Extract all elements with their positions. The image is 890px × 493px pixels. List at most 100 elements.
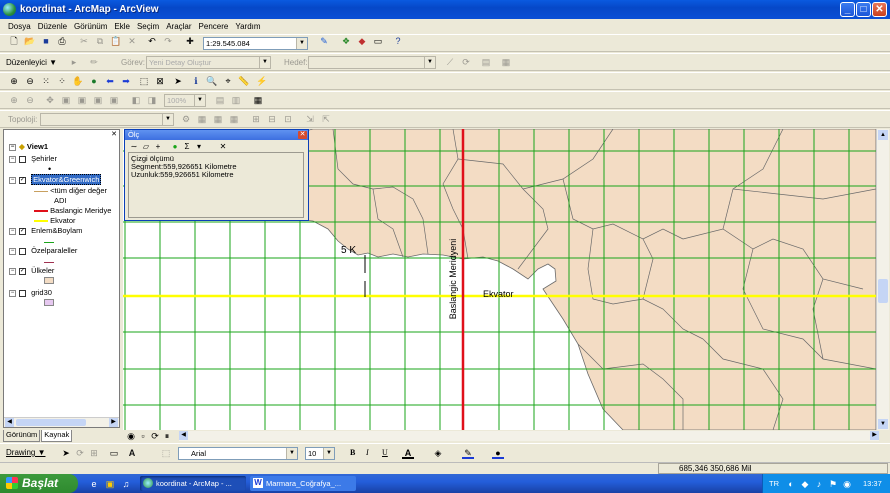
editor-menu[interactable]: Düzenleyici ▼: [6, 58, 57, 67]
chevron-down-icon[interactable]: ▼: [259, 57, 270, 68]
drawing-menu[interactable]: Drawing ▼: [6, 448, 45, 457]
tray-security-icon[interactable]: ⚑: [827, 478, 839, 490]
open-folder-icon[interactable]: 📂: [24, 35, 36, 47]
chevron-down-icon[interactable]: ▼: [194, 95, 205, 106]
layout-pan-icon[interactable]: ✥: [44, 94, 56, 106]
minimize-button[interactable]: _: [840, 2, 855, 17]
topology-combo[interactable]: ▼: [40, 113, 174, 126]
save-icon[interactable]: ■: [40, 35, 52, 47]
bold-button[interactable]: B: [350, 448, 355, 457]
scroll-thumb[interactable]: [878, 279, 888, 303]
focus-frame-icon[interactable]: ▥: [230, 94, 242, 106]
layer-checkbox[interactable]: [19, 155, 26, 163]
select-features-icon[interactable]: ⬚: [138, 75, 150, 87]
layer-checkbox[interactable]: ✓: [19, 176, 26, 184]
delete-icon[interactable]: ✕: [126, 35, 138, 47]
collapse-icon[interactable]: −: [9, 155, 16, 163]
scale-combo[interactable]: 1:29.545.084 ▼: [203, 37, 308, 50]
marker-color-icon[interactable]: ●: [492, 447, 504, 459]
menu-yardim[interactable]: Yardım: [235, 22, 260, 31]
rotate-tool-icon[interactable]: ⟳: [460, 56, 472, 68]
scroll-right-icon[interactable]: ▶: [870, 431, 879, 440]
font-combo[interactable]: Arial ▼: [178, 447, 298, 460]
toc-horizontal-scrollbar[interactable]: ◀ ▶: [4, 417, 119, 427]
cut-icon[interactable]: ✂: [78, 35, 90, 47]
forward-extent-icon[interactable]: ➡: [120, 75, 132, 87]
map-topology-icon[interactable]: ▦: [196, 113, 208, 125]
task-arcmap[interactable]: koordinat - ArcMap - ...: [140, 476, 246, 491]
layer-checkbox[interactable]: [19, 247, 26, 255]
back-layout-icon[interactable]: ◧: [130, 94, 142, 106]
collapse-icon[interactable]: −: [9, 289, 16, 297]
tray-volume-icon[interactable]: ♪: [813, 478, 825, 490]
scroll-left-icon[interactable]: ◀: [5, 418, 14, 427]
sketch-tool-icon[interactable]: ✏: [88, 56, 100, 68]
task-combo[interactable]: Yeni Detay Oluştur ▼: [146, 56, 271, 69]
tab-kaynak[interactable]: Kaynak: [41, 430, 73, 442]
fix-topology-icon[interactable]: ▦: [228, 113, 240, 125]
collapse-icon[interactable]: −: [9, 247, 16, 255]
arctoolbox-icon[interactable]: ◆: [356, 35, 368, 47]
toc-layer-enlem-boylam[interactable]: − ✓ Enlem&Boylam: [9, 226, 82, 235]
tray-antivirus-icon[interactable]: ◆: [799, 478, 811, 490]
back-extent-icon[interactable]: ⬅: [104, 75, 116, 87]
data-view-icon[interactable]: ◉: [125, 430, 137, 442]
menu-pencere[interactable]: Pencere: [199, 22, 229, 31]
zoom-out-icon[interactable]: ⊖: [24, 75, 36, 87]
add-data-icon[interactable]: ✚: [184, 35, 196, 47]
print-icon[interactable]: ⎙: [56, 35, 68, 47]
menu-dosya[interactable]: Dosya: [8, 22, 31, 31]
target-combo[interactable]: ▼: [308, 56, 436, 69]
chevron-down-icon[interactable]: ▼: [162, 114, 173, 125]
layer-checkbox[interactable]: ✓: [19, 267, 26, 275]
pause-drawing-icon[interactable]: ⏸: [161, 430, 173, 442]
quicklaunch-media-icon[interactable]: ♫: [120, 478, 132, 490]
layout-zoom-in-icon[interactable]: ⊕: [8, 94, 20, 106]
edit-vertices-icon[interactable]: ⬚: [160, 447, 172, 459]
whats-this-icon[interactable]: ?: [392, 35, 404, 47]
fill-color-icon[interactable]: ◈: [432, 447, 444, 459]
construct-features-icon[interactable]: ⇲: [304, 113, 316, 125]
identify-icon[interactable]: ℹ: [190, 75, 202, 87]
start-button[interactable]: Başlat: [0, 474, 78, 493]
tray-network-icon[interactable]: ◐: [785, 478, 797, 490]
layer-checkbox[interactable]: [19, 289, 26, 297]
fixed-zoom-in-icon[interactable]: ⁙: [40, 75, 52, 87]
refresh-icon[interactable]: ⟳: [149, 430, 161, 442]
close-button[interactable]: ✕: [872, 2, 887, 17]
select-elements-icon[interactable]: ➤: [172, 75, 184, 87]
sketch-properties-icon[interactable]: ▦: [500, 56, 512, 68]
scroll-right-icon[interactable]: ▶: [109, 418, 118, 427]
zoom-100-icon[interactable]: ▣: [76, 94, 88, 106]
scroll-up-icon[interactable]: ▲: [878, 130, 888, 140]
collapse-icon[interactable]: −: [9, 143, 16, 151]
measure-window[interactable]: Ölç ✕ ∼ ▱ + ● Σ ▾ ✕ Çizgi ölçümü Segment…: [124, 129, 309, 221]
layer-checkbox[interactable]: ✓: [19, 227, 26, 235]
italic-button[interactable]: I: [366, 448, 369, 457]
toc-close-icon[interactable]: ✕: [111, 130, 117, 138]
chevron-down-icon[interactable]: ▼: [323, 448, 334, 459]
toc-layer-ulkeler[interactable]: − ✓ Ülkeler: [9, 266, 54, 275]
collapse-icon[interactable]: −: [9, 227, 16, 235]
topology-rules-icon[interactable]: ⊟: [266, 113, 278, 125]
redo-icon[interactable]: ↷: [162, 35, 174, 47]
menu-duzenle[interactable]: Düzenle: [38, 22, 67, 31]
zoom-to-selected-icon[interactable]: ⊞: [88, 447, 100, 459]
editor-toolbar-icon[interactable]: ✎: [318, 35, 330, 47]
full-extent-icon[interactable]: ●: [88, 75, 100, 87]
toc-layer-sehirler[interactable]: − Şehirler: [9, 154, 57, 163]
collapse-icon[interactable]: −: [9, 267, 16, 275]
menu-araclar[interactable]: Araçlar: [166, 22, 191, 31]
underline-button[interactable]: U: [382, 448, 388, 457]
scroll-left-icon[interactable]: ◀: [179, 431, 188, 440]
layout-view-icon[interactable]: ▫: [137, 430, 149, 442]
text-tool-icon[interactable]: A: [126, 447, 138, 459]
toggle-draft-icon[interactable]: ▤: [214, 94, 226, 106]
go-to-xy-icon[interactable]: ⌖: [222, 75, 234, 87]
quicklaunch-folder-icon[interactable]: ▣: [104, 478, 116, 490]
toc-layer-grid30[interactable]: − grid30: [9, 288, 52, 297]
shared-features-icon[interactable]: ⊡: [282, 113, 294, 125]
toc-layer-ekvator-greenwich[interactable]: − ✓ Ekvator&Greenwich: [9, 174, 102, 185]
font-size-combo[interactable]: 10 ▼: [305, 447, 335, 460]
menu-secim[interactable]: Seçim: [137, 22, 159, 31]
